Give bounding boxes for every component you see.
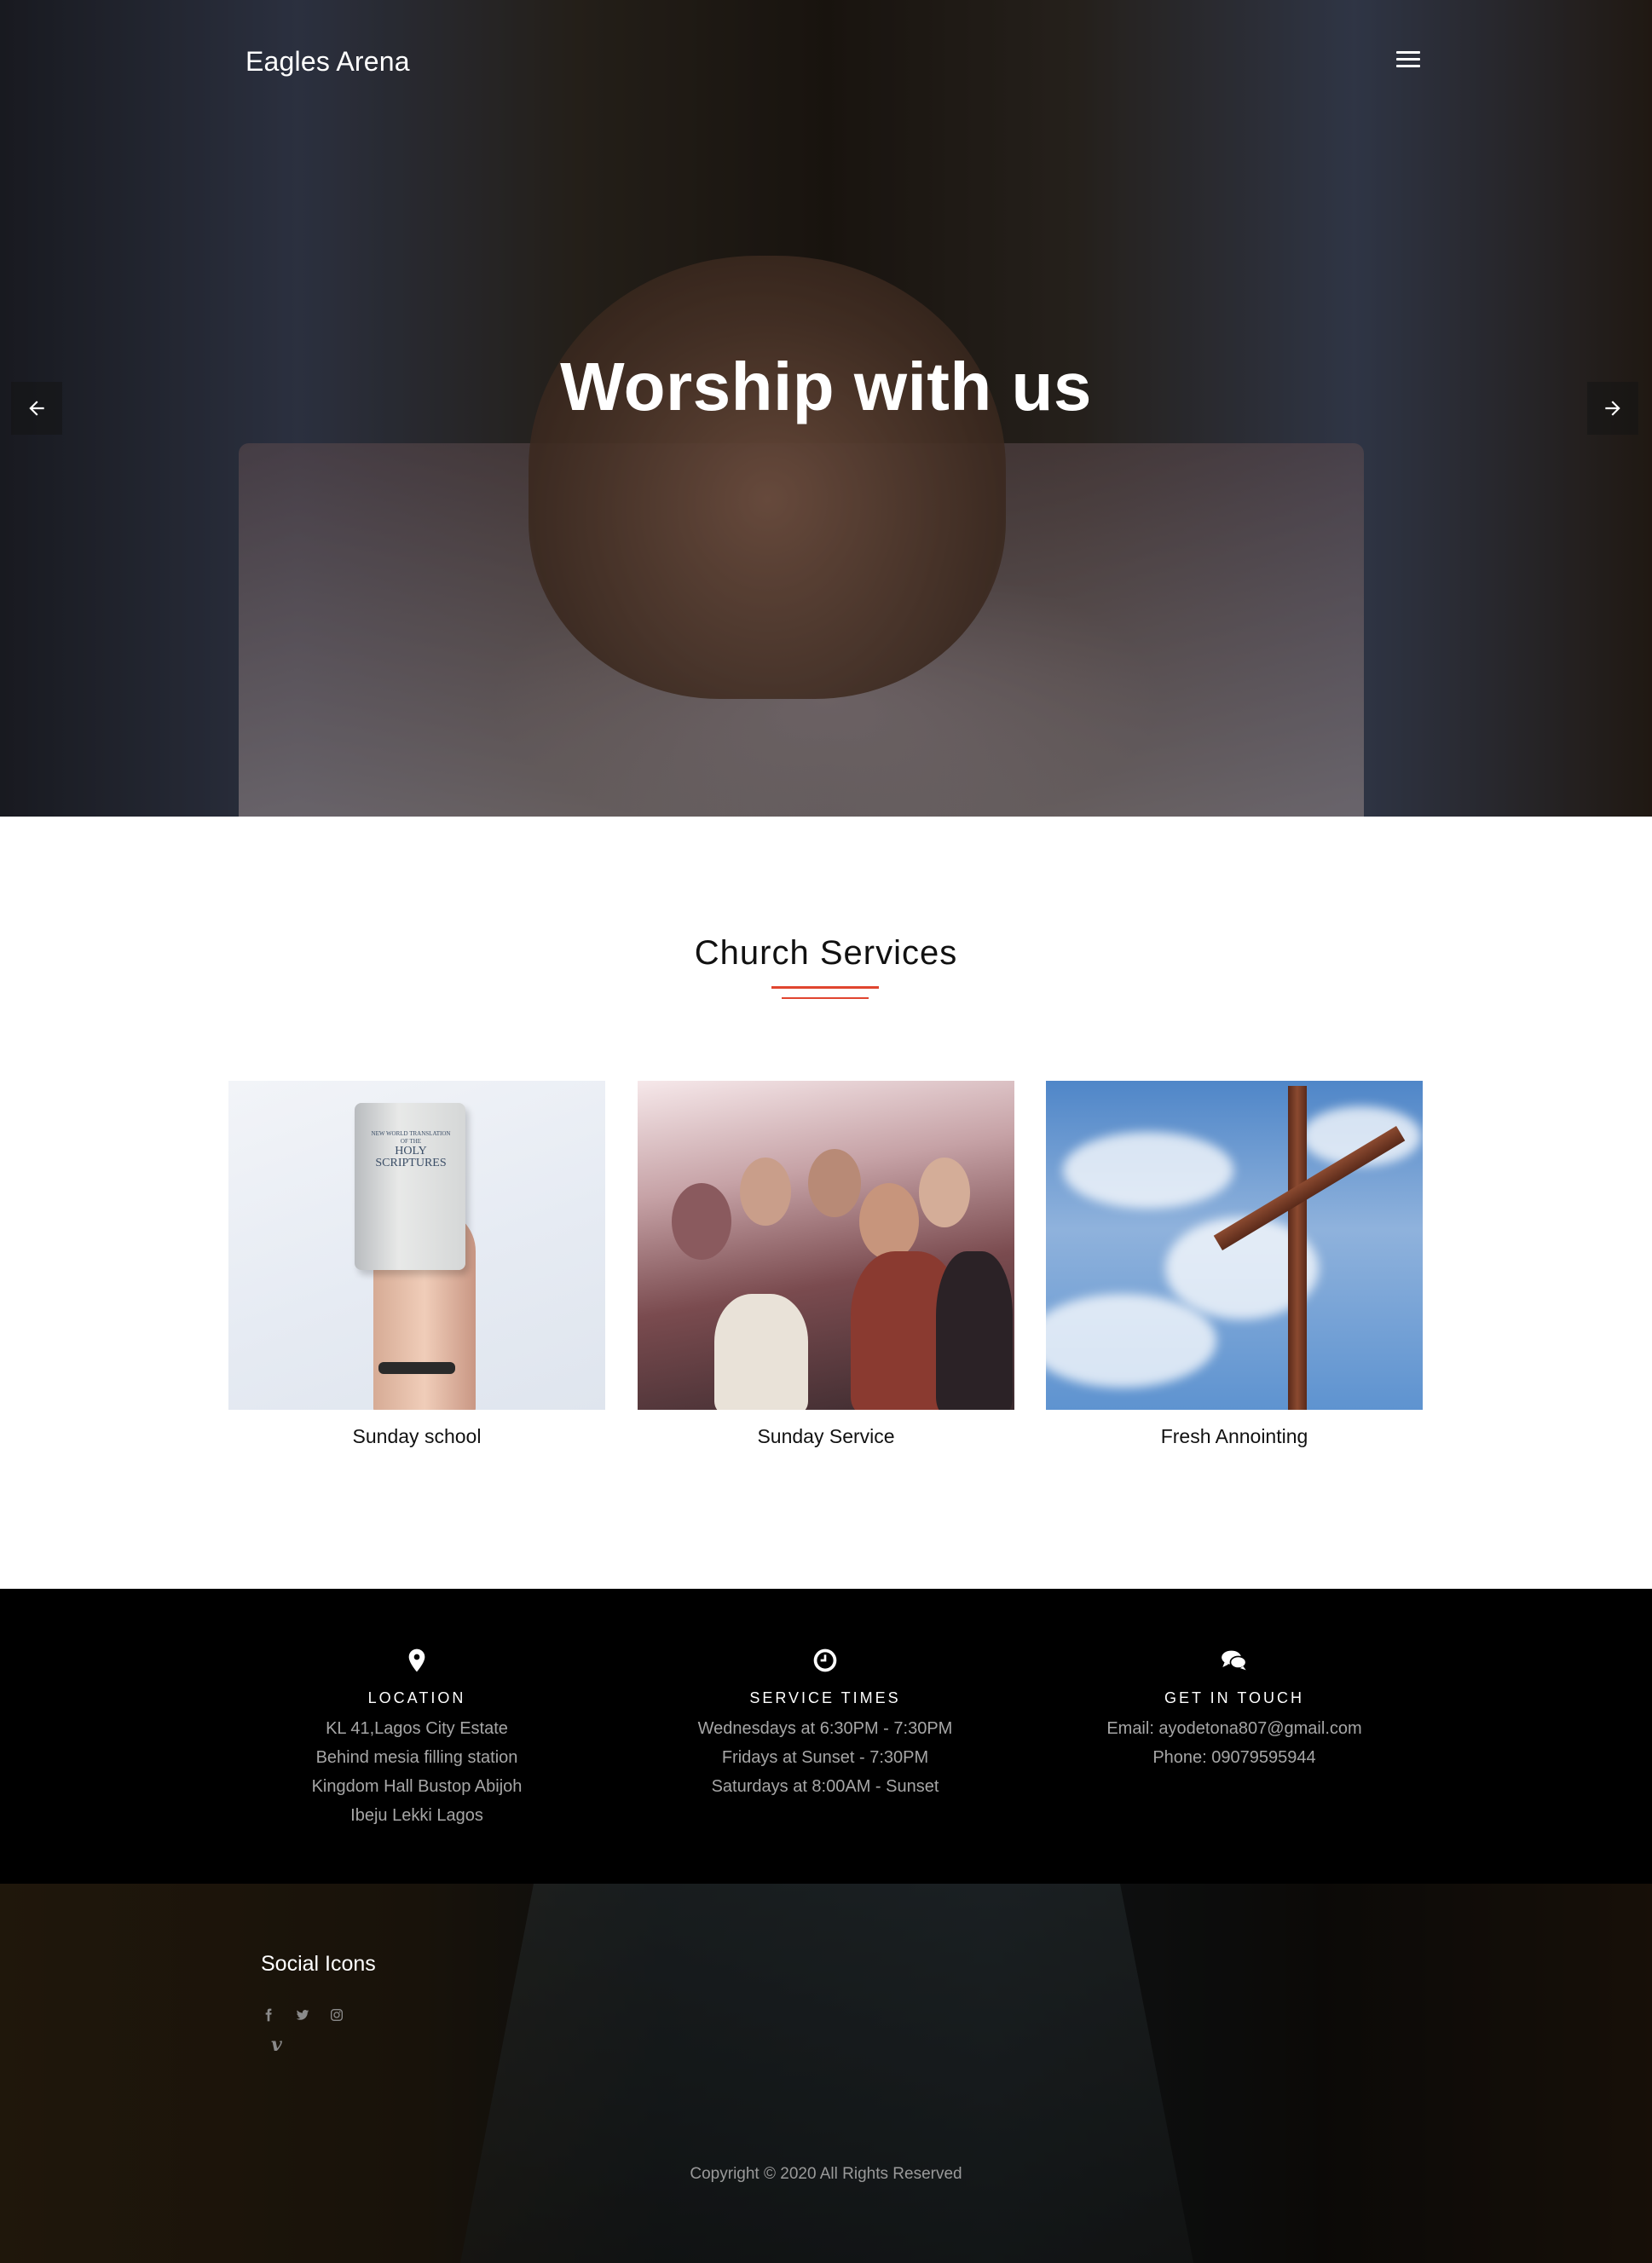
- social-title: Social Icons: [261, 1952, 376, 1976]
- service-caption[interactable]: Sunday Service: [638, 1425, 1014, 1448]
- email-link[interactable]: Email: ayodetona807@gmail.com: [1030, 1714, 1439, 1743]
- service-card[interactable]: Sunday Service: [638, 1081, 1014, 1448]
- info-line: Ibeju Lekki Lagos: [350, 1806, 483, 1825]
- info-line: Saturdays at 8:00AM - Sunset: [711, 1777, 939, 1796]
- arrow-left-icon: [29, 401, 44, 416]
- contact-block: GET IN TOUCH Email: ayodetona807@gmail.c…: [1030, 1643, 1439, 1772]
- hero-slider: Eagles Arena Worship with us: [0, 0, 1652, 817]
- facebook-icon[interactable]: [261, 2006, 276, 2023]
- menu-icon[interactable]: [1396, 51, 1420, 70]
- congregation-image: [638, 1081, 1014, 1410]
- cross-image: [1046, 1081, 1423, 1410]
- twitter-icon[interactable]: [295, 2006, 310, 2023]
- brand-logo[interactable]: Eagles Arena: [245, 46, 410, 78]
- prev-slide-button[interactable]: [11, 382, 62, 435]
- info-heading: GET IN TOUCH: [1164, 1689, 1305, 1706]
- page: Eagles Arena Worship with us Church Serv…: [0, 0, 1652, 2263]
- info-line: KL 41,Lagos City Estate: [326, 1719, 508, 1738]
- service-caption[interactable]: Fresh Annointing: [1046, 1425, 1423, 1448]
- title-underline: [771, 986, 879, 989]
- bible-image: NEW WORLD TRANSLATION OF THE HOLY SCRIPT…: [228, 1081, 605, 1410]
- service-card[interactable]: Fresh Annointing: [1046, 1081, 1423, 1448]
- location-block: LOCATION KL 41,Lagos City Estate Behind …: [212, 1643, 621, 1830]
- info-bar: LOCATION KL 41,Lagos City Estate Behind …: [0, 1589, 1652, 1884]
- vimeo-icon[interactable]: v: [271, 2034, 282, 2056]
- arrow-right-icon: [1605, 401, 1620, 416]
- info-line: Fridays at Sunset - 7:30PM: [721, 1748, 929, 1767]
- service-caption[interactable]: Sunday school: [228, 1425, 605, 1448]
- map-pin-icon: [212, 1643, 621, 1677]
- clock-icon: [621, 1643, 1030, 1677]
- title-underline: [782, 997, 869, 999]
- info-heading: SERVICE TIMES: [749, 1689, 901, 1706]
- footer: Social Icons v: [0, 1884, 1652, 2263]
- section-title: Church Services: [694, 934, 958, 972]
- info-line: Behind mesia filling station: [315, 1748, 518, 1767]
- social-icons: [261, 2006, 344, 2023]
- copyright: Copyright © 2020 All Rights Reserved: [690, 2165, 962, 2183]
- phone-link[interactable]: Phone: 09079595944: [1030, 1743, 1439, 1772]
- info-line: Wednesdays at 6:30PM - 7:30PM: [697, 1719, 953, 1738]
- hero-title: Worship with us: [560, 349, 1092, 424]
- instagram-icon[interactable]: [329, 2006, 344, 2023]
- bible-cover-text: NEW WORLD TRANSLATION OF THE HOLY SCRIPT…: [371, 1130, 451, 1169]
- next-slide-button[interactable]: [1587, 382, 1638, 435]
- info-line: Kingdom Hall Bustop Abijoh: [311, 1777, 523, 1796]
- info-heading: LOCATION: [367, 1689, 466, 1706]
- chat-bubbles-icon: [1030, 1643, 1439, 1677]
- service-times-block: SERVICE TIMES Wednesdays at 6:30PM - 7:3…: [621, 1643, 1030, 1801]
- service-card[interactable]: NEW WORLD TRANSLATION OF THE HOLY SCRIPT…: [228, 1081, 605, 1448]
- footer-overlay: [0, 1884, 1652, 2263]
